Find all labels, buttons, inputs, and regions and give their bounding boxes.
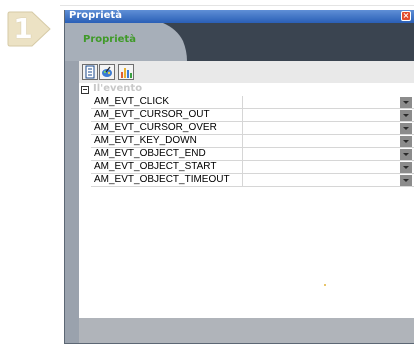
bar-chart-button[interactable] bbox=[118, 64, 134, 80]
dropdown-arrow-icon[interactable] bbox=[400, 97, 412, 108]
property-value-select[interactable] bbox=[244, 161, 414, 173]
property-row[interactable]: AM_EVT_CLICK bbox=[91, 96, 414, 109]
property-value-select[interactable] bbox=[244, 148, 414, 160]
tab-properties-label: Proprietà bbox=[83, 34, 136, 45]
decorative-dot bbox=[324, 284, 326, 286]
collapse-minus-icon[interactable] bbox=[81, 86, 89, 94]
close-button[interactable]: × bbox=[401, 11, 411, 21]
dropdown-arrow-icon[interactable] bbox=[400, 175, 412, 186]
property-name: AM_EVT_OBJECT_END bbox=[91, 148, 243, 160]
property-grid: Il'evento AM_EVT_CLICK AM_EVT_CURSOR_OUT A… bbox=[79, 83, 414, 318]
properties-window: Proprietà × Proprietà Il'evento AM_EVT_C… bbox=[64, 10, 414, 344]
property-value-select[interactable] bbox=[244, 174, 414, 186]
property-row[interactable]: AM_EVT_OBJECT_START bbox=[91, 161, 414, 174]
dropdown-arrow-icon[interactable] bbox=[400, 136, 412, 147]
close-icon: × bbox=[402, 11, 410, 20]
step-number: 1 bbox=[13, 12, 33, 45]
title-bar[interactable]: Proprietà × bbox=[65, 10, 414, 23]
property-value-select[interactable] bbox=[244, 122, 414, 134]
property-row[interactable]: AM_EVT_OBJECT_TIMEOUT bbox=[91, 174, 414, 187]
property-name: AM_EVT_CURSOR_OVER bbox=[91, 122, 243, 134]
dropdown-arrow-icon[interactable] bbox=[400, 110, 412, 121]
paint-icon bbox=[102, 66, 112, 77]
property-row[interactable]: AM_EVT_KEY_DOWN bbox=[91, 135, 414, 148]
property-name: AM_EVT_OBJECT_START bbox=[91, 161, 243, 173]
dropdown-arrow-icon[interactable] bbox=[400, 162, 412, 173]
property-name: AM_EVT_CLICK bbox=[91, 96, 243, 108]
property-group-header[interactable]: Il'evento bbox=[79, 83, 414, 96]
property-name: AM_EVT_KEY_DOWN bbox=[91, 135, 243, 147]
property-value-select[interactable] bbox=[244, 109, 414, 121]
bottom-panel bbox=[79, 318, 414, 343]
property-value-select[interactable] bbox=[244, 96, 414, 108]
window-title: Proprietà bbox=[69, 10, 122, 21]
document-list-icon bbox=[85, 65, 95, 79]
property-row[interactable]: AM_EVT_CURSOR_OVER bbox=[91, 122, 414, 135]
property-name: AM_EVT_CURSOR_OUT bbox=[91, 109, 243, 121]
paint-button[interactable] bbox=[99, 64, 115, 80]
property-value-select[interactable] bbox=[244, 135, 414, 147]
bar-chart-icon bbox=[121, 68, 132, 78]
group-label: Il'evento bbox=[93, 83, 143, 94]
dropdown-arrow-icon[interactable] bbox=[400, 123, 412, 134]
top-divider bbox=[60, 5, 414, 6]
property-name: AM_EVT_OBJECT_TIMEOUT bbox=[91, 174, 243, 186]
dropdown-arrow-icon[interactable] bbox=[400, 149, 412, 160]
tab-bar: Proprietà bbox=[65, 23, 414, 61]
property-row[interactable]: AM_EVT_OBJECT_END bbox=[91, 148, 414, 161]
property-row[interactable]: AM_EVT_CURSOR_OUT bbox=[91, 109, 414, 122]
document-list-button[interactable] bbox=[82, 64, 98, 80]
property-rows: AM_EVT_CLICK AM_EVT_CURSOR_OUT AM_EVT_CURS… bbox=[91, 96, 414, 187]
toolbar bbox=[79, 61, 414, 83]
step-badge: 1 bbox=[6, 10, 52, 48]
